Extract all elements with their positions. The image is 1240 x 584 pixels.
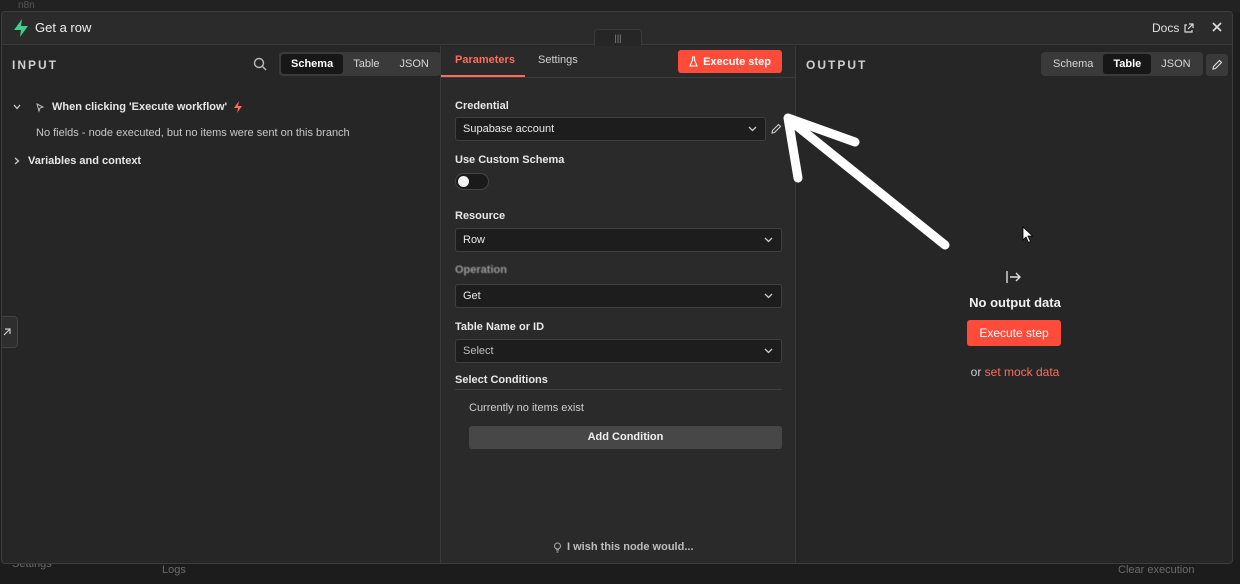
trigger-empty-note: No fields - node executed, but no items … [36,127,350,139]
custom-schema-toggle[interactable] [455,173,489,190]
panel-drag-handle[interactable]: ||| [594,29,642,47]
input-view-json[interactable]: JSON [390,54,439,74]
operation-value: Get [463,290,481,302]
credential-value: Supabase account [463,123,555,135]
output-view-json[interactable]: JSON [1151,54,1200,74]
output-view-table[interactable]: Table [1103,54,1152,74]
conditions-divider [455,389,782,390]
chevron-down-icon [764,293,773,299]
output-label: OUTPUT [806,58,868,72]
add-condition-button[interactable]: Add Condition [469,426,782,449]
pencil-icon [1212,59,1223,70]
input-view-schema[interactable]: Schema [281,54,344,74]
resource-value: Row [463,234,486,246]
background-clear-execution: Clear execution [1118,564,1195,576]
trigger-node-row[interactable]: When clicking 'Execute workflow' [12,101,243,113]
parameters-panel: Parameters Settings Execute step Credent… [441,46,795,563]
variables-row[interactable]: Variables and context [12,155,141,167]
table-label: Table Name or ID [455,321,545,333]
operation-label: Operation [455,264,507,276]
node-modal: Get a row Docs ||| INPUT Schema Table JS… [1,11,1233,564]
edit-output-button[interactable] [1206,54,1228,76]
close-button[interactable] [1208,18,1226,36]
input-label: INPUT [12,58,58,72]
search-icon[interactable] [252,56,268,72]
toggle-knob [458,176,469,187]
output-view-switch: Schema Table JSON [1041,52,1203,76]
credential-select[interactable]: Supabase account [455,117,766,141]
table-placeholder: Select [463,345,494,357]
arrow-right-to-line-icon [1006,271,1021,283]
cursor-click-icon [36,103,45,113]
active-tab-indicator [441,75,525,77]
conditions-label: Select Conditions [455,374,548,386]
mock-data-hint: or set mock data [796,365,1232,379]
custom-schema-label: Use Custom Schema [455,154,565,166]
chevron-down-icon [764,348,773,354]
external-link-icon [1184,22,1194,33]
input-panel: INPUT Schema Table JSON When clicking 'E… [2,46,441,563]
output-view-schema[interactable]: Schema [1043,54,1103,74]
lightning-icon [234,101,243,113]
side-expand-tab[interactable] [2,316,18,348]
set-mock-data-link[interactable]: set mock data [985,365,1060,379]
annotation-arrow-icon [783,113,950,250]
chevron-down-icon [13,104,21,110]
execute-step-label: Execute step [703,55,771,68]
trigger-node-label: When clicking 'Execute workflow' [52,101,228,113]
input-view-table[interactable]: Table [343,54,389,74]
conditions-empty-note: Currently no items exist [469,402,584,414]
resource-select[interactable]: Row [455,228,782,252]
mouse-pointer-icon [1022,226,1034,244]
lightbulb-icon [554,542,561,552]
operation-select[interactable]: Get [455,284,782,308]
chevron-down-icon [748,126,757,132]
expand-arrow-icon [3,328,11,336]
chevron-right-icon [14,157,20,165]
docs-label: Docs [1152,21,1180,35]
close-icon [1212,22,1222,32]
execute-step-button[interactable]: Execute step [678,50,782,73]
output-execute-step-button[interactable]: Execute step [967,320,1061,346]
mock-prefix: or [970,365,982,379]
feedback-link[interactable]: I wish this node would... [553,541,694,553]
modal-title: Get a row [35,20,92,35]
supabase-logo-icon [14,19,28,37]
table-select[interactable]: Select [455,339,782,363]
background-logs: Logs [162,564,186,576]
tab-parameters[interactable]: Parameters [455,54,515,66]
feedback-label: I wish this node would... [567,541,694,553]
variables-label: Variables and context [28,155,142,167]
background-app-label: n8n [18,0,35,11]
resource-label: Resource [455,210,506,222]
input-view-switch: Schema Table JSON [279,52,441,76]
docs-link[interactable]: Docs [1152,21,1194,35]
param-tabs: Parameters Settings Execute step [441,46,795,78]
no-output-title: No output data [969,295,1061,310]
credential-label: Credential [455,100,509,112]
tab-settings[interactable]: Settings [538,54,578,66]
flask-icon [689,56,698,67]
